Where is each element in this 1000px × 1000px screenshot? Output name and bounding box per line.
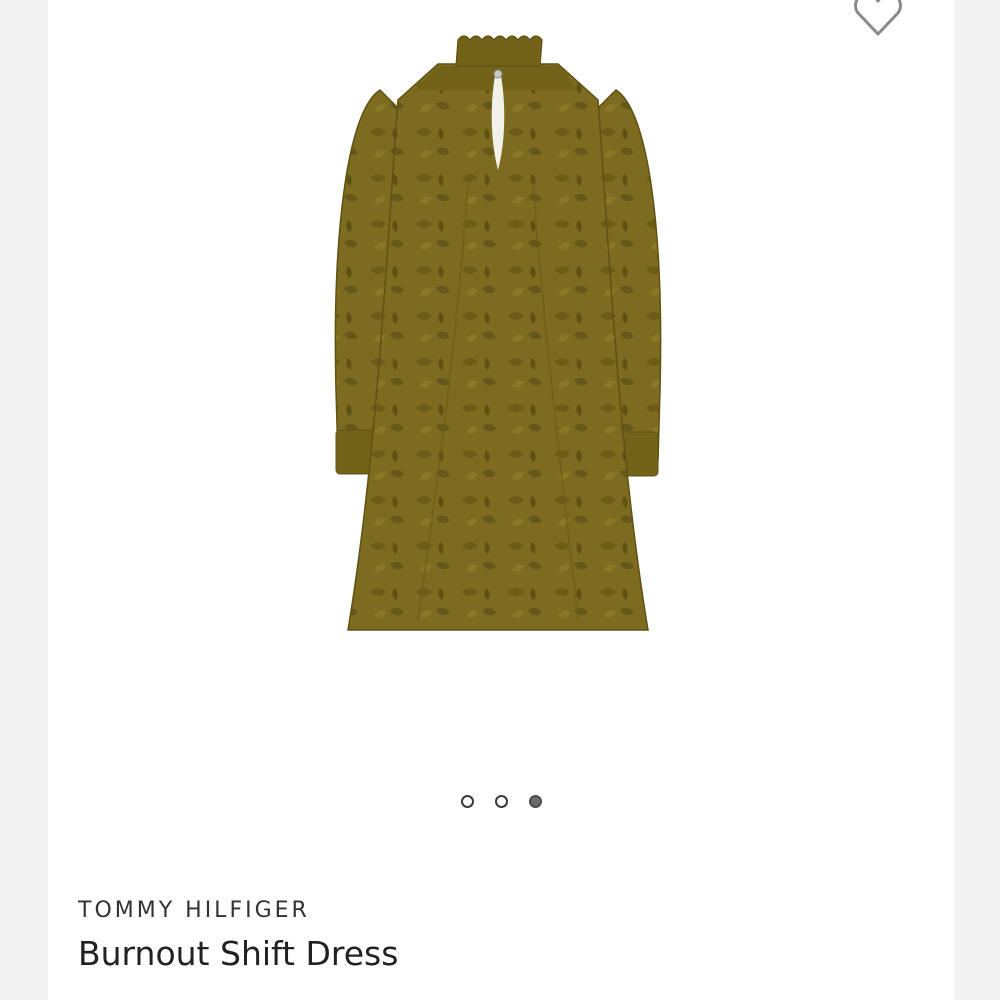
- pagination-dot-1[interactable]: [460, 795, 474, 808]
- product-image[interactable]: [318, 30, 678, 650]
- brand-name[interactable]: TOMMY HILFIGER: [78, 898, 310, 923]
- neck-button: [493, 69, 503, 79]
- heart-outline-icon: [854, 0, 902, 36]
- ruffle-collar: [455, 35, 543, 67]
- product-image-gallery[interactable]: [48, 0, 954, 760]
- pagination-dot-2[interactable]: [494, 795, 508, 808]
- pagination-dot-3-active[interactable]: [528, 795, 542, 808]
- gallery-pagination: [48, 795, 954, 819]
- product-page: TOMMY HILFIGER Burnout Shift Dress: [48, 0, 954, 1000]
- product-title: Burnout Shift Dress: [78, 934, 399, 973]
- favorite-button[interactable]: [848, 0, 908, 44]
